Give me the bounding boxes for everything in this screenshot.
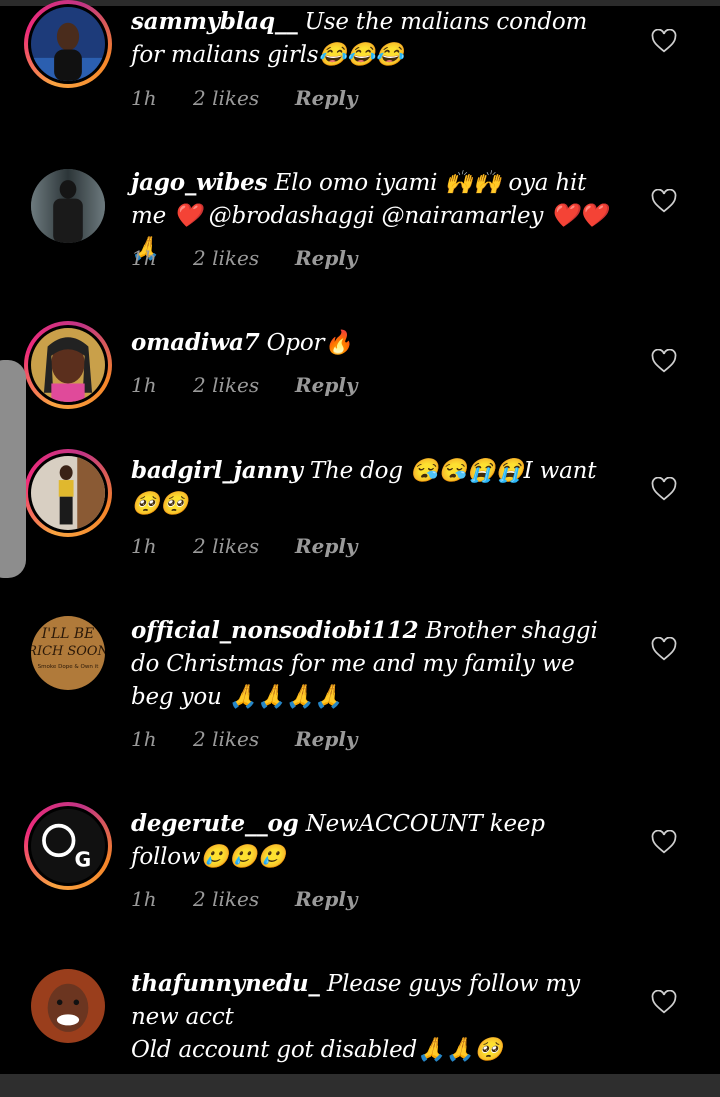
comment-time: 1h — [131, 534, 157, 558]
comment-username[interactable]: sammyblaq__ — [131, 8, 298, 35]
comment-text: official_nonsodiobi112 Brother shaggi do… — [131, 614, 611, 714]
heart-icon[interactable] — [651, 990, 677, 1014]
heart-icon[interactable] — [651, 29, 677, 53]
comment-meta: 1h 2 likes Reply — [131, 727, 358, 751]
comment-text: badgirl_janny The dog 😪😪😭😭I want 🥺🥺 — [131, 454, 611, 521]
comment-username[interactable]: jago_wibes — [131, 169, 268, 196]
avatar[interactable]: I'LL BE RICH SOON Smoke Dope & Own it — [24, 609, 112, 697]
avatar[interactable] — [24, 162, 112, 250]
avatar[interactable] — [24, 321, 112, 409]
comment-text: sammyblaq__ Use the malians condom for m… — [131, 5, 611, 72]
comment-meta: 1h 2 likes Reply — [131, 887, 358, 911]
comment-username[interactable]: badgirl_janny — [131, 457, 303, 484]
avatar[interactable]: G — [24, 802, 112, 890]
comment-meta: 1h 2 likes Reply — [131, 373, 358, 397]
comment-likes[interactable]: 2 likes — [193, 86, 295, 110]
comment-time: 1h — [131, 727, 157, 751]
heart-icon[interactable] — [651, 637, 677, 661]
reply-button[interactable]: Reply — [295, 246, 358, 270]
comment-text: thafunnynedu_ Please guys follow my new … — [131, 967, 611, 1067]
side-drawer-handle[interactable] — [0, 360, 26, 578]
avatar-letter: G — [74, 847, 91, 871]
comment-time: 1h — [131, 246, 157, 270]
comment-body: Opor🔥 — [266, 330, 353, 356]
comment-username[interactable]: official_nonsodiobi112 — [131, 617, 419, 644]
avatar-text-2: RICH SOON — [31, 644, 105, 659]
reply-button[interactable]: Reply — [295, 534, 358, 558]
reply-button[interactable]: Reply — [295, 86, 358, 110]
avatar-text-1: I'LL BE — [41, 626, 94, 642]
comment-meta: 1h 2 likes Reply — [131, 86, 358, 110]
comment-likes[interactable]: 2 likes — [193, 534, 295, 558]
comment-meta: 1h 2 likes Reply — [131, 246, 358, 270]
comment-text: omadiwa7 Opor🔥 — [131, 326, 611, 360]
heart-icon[interactable] — [651, 477, 677, 501]
avatar[interactable] — [24, 449, 112, 537]
reply-button[interactable]: Reply — [295, 727, 358, 751]
comment-time: 1h — [131, 887, 157, 911]
comment-likes[interactable]: 2 likes — [193, 246, 295, 270]
comment-meta: 1h 2 likes Reply — [131, 534, 358, 558]
comment-likes[interactable]: 2 likes — [193, 373, 295, 397]
heart-icon[interactable] — [651, 189, 677, 213]
avatar-text-3: Smoke Dope & Own it — [38, 664, 100, 670]
heart-icon[interactable] — [651, 349, 677, 373]
comment-username[interactable]: thafunnynedu_ — [131, 970, 320, 997]
comment-username[interactable]: degerute__og — [131, 810, 299, 837]
comment-time: 1h — [131, 373, 157, 397]
comment-text: degerute__og NewACCOUNT keep follow🥲🥲🥲 — [131, 807, 611, 874]
comment-likes[interactable]: 2 likes — [193, 727, 295, 751]
avatar[interactable] — [24, 0, 112, 88]
avatar[interactable] — [24, 962, 112, 1050]
reply-button[interactable]: Reply — [295, 887, 358, 911]
comment-likes[interactable]: 2 likes — [193, 887, 295, 911]
bottom-bar — [0, 1074, 720, 1097]
comment-time: 1h — [131, 86, 157, 110]
reply-button[interactable]: Reply — [295, 373, 358, 397]
comment-username[interactable]: omadiwa7 — [131, 329, 260, 356]
heart-icon[interactable] — [651, 830, 677, 854]
